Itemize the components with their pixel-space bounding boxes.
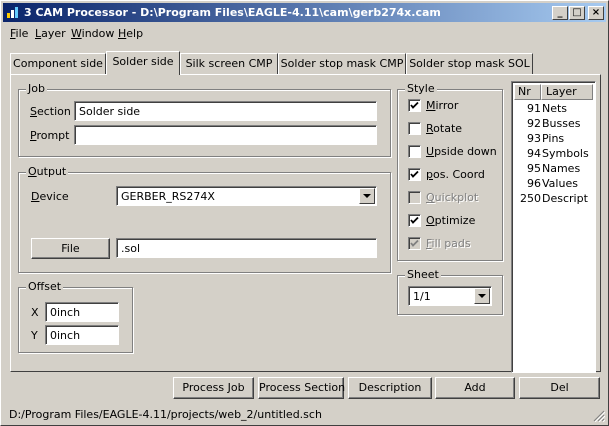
layer-row[interactable]: 94 Symbols — [514, 146, 594, 161]
minimize-button[interactable]: _ — [552, 6, 568, 20]
style-option-label-1: Rotate — [426, 122, 463, 135]
layer-row-name: Names — [542, 162, 581, 175]
process-job-button-label: Process Job — [182, 381, 245, 394]
offset-y-input[interactable]: 0inch — [45, 325, 119, 345]
style-checkbox-5[interactable] — [408, 214, 421, 227]
layer-row-nr: 93 — [527, 132, 541, 145]
layer-row-nr: 95 — [527, 162, 541, 175]
maximize-button[interactable]: □ — [569, 6, 585, 20]
status-bar-text: D:/Program Files/EAGLE-4.11/projects/web… — [9, 408, 322, 421]
sheet-group-label: Sheet — [405, 268, 441, 281]
layer-row-name: Symbols — [542, 147, 589, 160]
close-button[interactable]: × — [588, 6, 604, 20]
device-select[interactable]: GERBER_RS274X — [116, 186, 377, 206]
cam-processor-window: 3 CAM Processor - D:\Program Files\EAGLE… — [0, 0, 609, 426]
job-group: Job — [18, 82, 391, 157]
job-group-label: Job — [26, 82, 47, 95]
layer-row[interactable]: 91 Nets — [514, 101, 594, 116]
file-button[interactable]: File — [31, 238, 110, 259]
style-checkbox-2[interactable] — [408, 145, 421, 158]
layer-row-name: Values — [542, 177, 578, 190]
offset-x-label: X — [31, 306, 39, 319]
del-button[interactable]: Del — [519, 377, 600, 399]
menu-bar: File Layer Window Help — [3, 24, 606, 42]
style-checkbox-4 — [408, 191, 421, 204]
style-checkbox-1[interactable] — [408, 122, 421, 135]
add-button[interactable]: Add — [435, 377, 515, 399]
style-option-label-5: Optimize — [426, 214, 476, 227]
layer-list[interactable]: Nr Layer 91 Nets 92 Busses 93 Pins 94 Symbols 95… — [511, 81, 596, 373]
layer-list-header-layer[interactable]: Layer — [541, 84, 593, 100]
device-label: Device — [31, 190, 69, 203]
process-section-button[interactable]: Process Section — [258, 377, 346, 399]
layer-row[interactable]: 92 Busses — [514, 116, 594, 131]
layer-row-nr: 96 — [527, 177, 541, 190]
checkmark-icon — [410, 216, 419, 224]
layer-row-nr: 92 — [527, 117, 541, 130]
tab-solder-stop-mask-cmp[interactable]: Solder stop mask CMP — [278, 53, 406, 74]
layer-row[interactable]: 95 Names — [514, 161, 594, 176]
layer-list-header-nr[interactable]: Nr — [514, 84, 541, 100]
section-label: Section — [30, 105, 71, 118]
device-dropdown-arrow-icon[interactable] — [359, 188, 375, 204]
process-job-button[interactable]: Process Job — [173, 377, 254, 399]
layer-row-name: Busses — [542, 117, 581, 130]
prompt-input[interactable] — [74, 125, 377, 145]
process-section-button-label: Process Section — [259, 381, 346, 394]
sheet-dropdown-arrow-icon[interactable] — [474, 288, 490, 304]
output-group-label: Output — [26, 165, 69, 178]
file-input[interactable]: .sol — [116, 238, 377, 258]
section-input[interactable]: Solder side — [74, 101, 377, 121]
checkmark-icon — [410, 101, 419, 109]
style-option-label-6: Fill pads — [426, 237, 471, 250]
resize-grip-icon[interactable] — [593, 410, 605, 422]
menu-layer[interactable]: Layer — [35, 27, 66, 40]
menu-file[interactable]: File — [10, 27, 28, 40]
layer-row[interactable]: 93 Pins — [514, 131, 594, 146]
eagle-app-icon — [7, 7, 18, 18]
checkmark-icon — [410, 170, 419, 178]
layer-row-name: Nets — [542, 102, 568, 115]
offset-x-input[interactable]: 0inch — [45, 302, 119, 322]
title-bar[interactable]: 3 CAM Processor - D:\Program Files\EAGLE… — [3, 3, 606, 22]
prompt-label: Prompt — [30, 129, 70, 142]
layer-row[interactable]: 96 Values — [514, 176, 594, 191]
tab-solder-stop-mask-sol[interactable]: Solder stop mask SOL — [406, 53, 533, 74]
style-option-label-0: Mirror — [426, 99, 459, 112]
style-group-label: Style — [405, 82, 437, 95]
tab-silk-screen-cmp[interactable]: Silk screen CMP — [180, 53, 278, 74]
layer-row-nr: 91 — [527, 102, 541, 115]
description-button[interactable]: Description — [348, 377, 432, 399]
layer-row[interactable]: 250 Descript — [514, 191, 594, 206]
tab-component-side[interactable]: Component side — [10, 53, 106, 74]
layer-row-name: Pins — [542, 132, 565, 145]
style-option-label-3: pos. Coord — [426, 168, 485, 181]
layer-row-nr: 94 — [527, 147, 541, 160]
menu-help[interactable]: Help — [118, 27, 143, 40]
style-checkbox-6 — [408, 237, 421, 250]
layer-row-nr: 250 — [520, 192, 541, 205]
style-checkbox-0[interactable] — [408, 99, 421, 112]
sheet-select-value: 1/1 — [413, 290, 431, 303]
checkmark-icon — [410, 239, 419, 247]
menu-window[interactable]: Window — [71, 27, 114, 40]
style-option-label-4: Quickplot — [426, 191, 479, 204]
tab-solder-side[interactable]: Solder side — [106, 51, 180, 75]
layer-row-name: Descript — [542, 192, 588, 205]
style-checkbox-3[interactable] — [408, 168, 421, 181]
device-select-value: GERBER_RS274X — [121, 190, 215, 203]
style-option-label-2: Upside down — [426, 145, 497, 158]
offset-group-label: Offset — [26, 280, 64, 293]
window-title: 3 CAM Processor - D:\Program Files\EAGLE… — [24, 6, 441, 19]
offset-y-label: Y — [31, 329, 38, 342]
